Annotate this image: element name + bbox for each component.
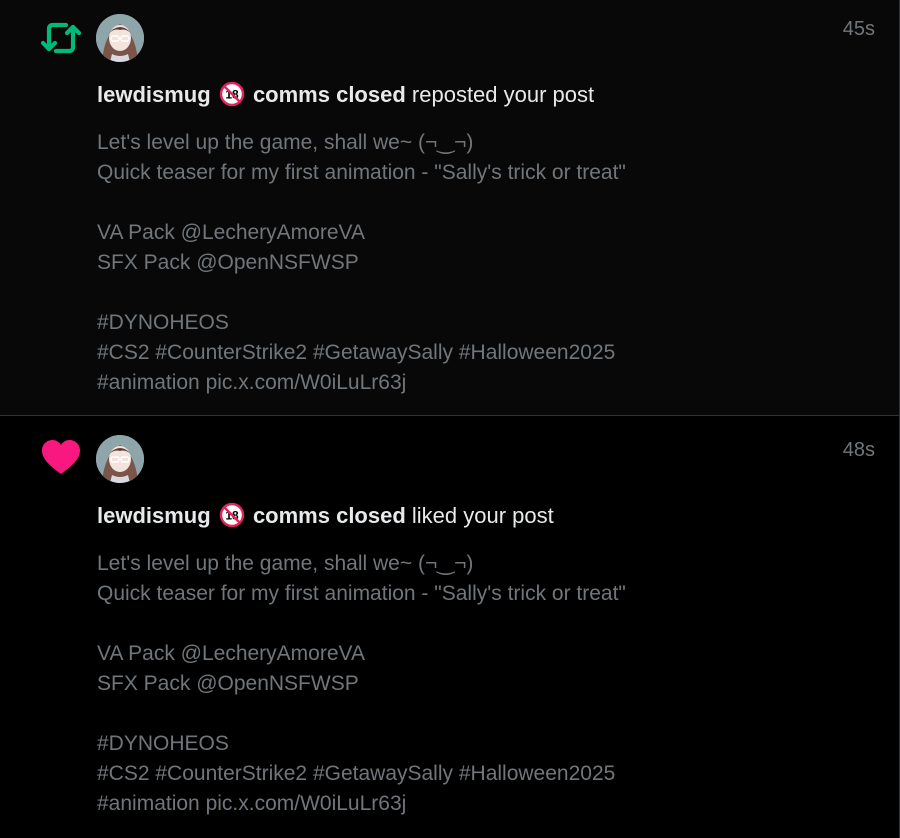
no-under-18-icon: 18 [219,502,245,528]
post-line: #animation pic.x.com/W0iLuLr63j [97,371,407,394]
avatar-image [96,435,144,483]
post-line: #DYNOHEOS [97,311,229,334]
notification-headline: lewdismug 18 comms closed liked your pos… [97,502,554,530]
user-name-suffix[interactable]: comms closed [253,82,406,107]
action-text: reposted your post [411,82,595,107]
post-line: VA Pack @LecheryAmoreVA [97,221,365,244]
notification-like[interactable]: 48s lewdismug 18 comms closed liked your… [0,417,899,838]
post-preview[interactable]: Let's level up the game, shall we~ (¬‿¬)… [97,549,626,819]
post-line: SFX Pack @OpenNSFWSP [97,672,359,695]
timestamp[interactable]: 48s [843,439,875,462]
post-line: #CS2 #CounterStrike2 #GetawaySally #Hall… [97,341,616,364]
post-line: SFX Pack @OpenNSFWSP [97,251,359,274]
post-line: VA Pack @LecheryAmoreVA [97,642,365,665]
post-line: #DYNOHEOS [97,732,229,755]
avatar[interactable] [96,14,144,62]
timestamp[interactable]: 45s [843,18,875,41]
user-display-name[interactable]: lewdismug [97,82,211,107]
heart-icon [42,440,80,474]
post-line: Quick teaser for my first animation - "S… [97,582,626,605]
user-name-suffix[interactable]: comms closed [253,503,406,528]
post-line: #animation pic.x.com/W0iLuLr63j [97,792,407,815]
notification-repost[interactable]: 45s lewdismug 18 comms closed reposted y… [0,0,899,416]
no-under-18-icon: 18 [219,81,245,107]
action-text: liked your post [411,503,554,528]
post-preview[interactable]: Let's level up the game, shall we~ (¬‿¬)… [97,128,626,398]
post-line [97,278,626,308]
post-line [97,609,626,639]
user-display-name[interactable]: lewdismug [97,503,211,528]
post-line [97,188,626,218]
avatar[interactable] [96,435,144,483]
post-line: Quick teaser for my first animation - "S… [97,161,626,184]
notification-headline: lewdismug 18 comms closed reposted your … [97,81,594,109]
notifications-feed: 45s lewdismug 18 comms closed reposted y… [0,0,900,838]
post-line [97,699,626,729]
post-line: Let's level up the game, shall we~ (¬‿¬) [97,131,474,154]
post-line: #CS2 #CounterStrike2 #GetawaySally #Hall… [97,762,616,785]
post-line: Let's level up the game, shall we~ (¬‿¬) [97,552,474,575]
retweet-icon [40,22,82,54]
avatar-image [96,14,144,62]
